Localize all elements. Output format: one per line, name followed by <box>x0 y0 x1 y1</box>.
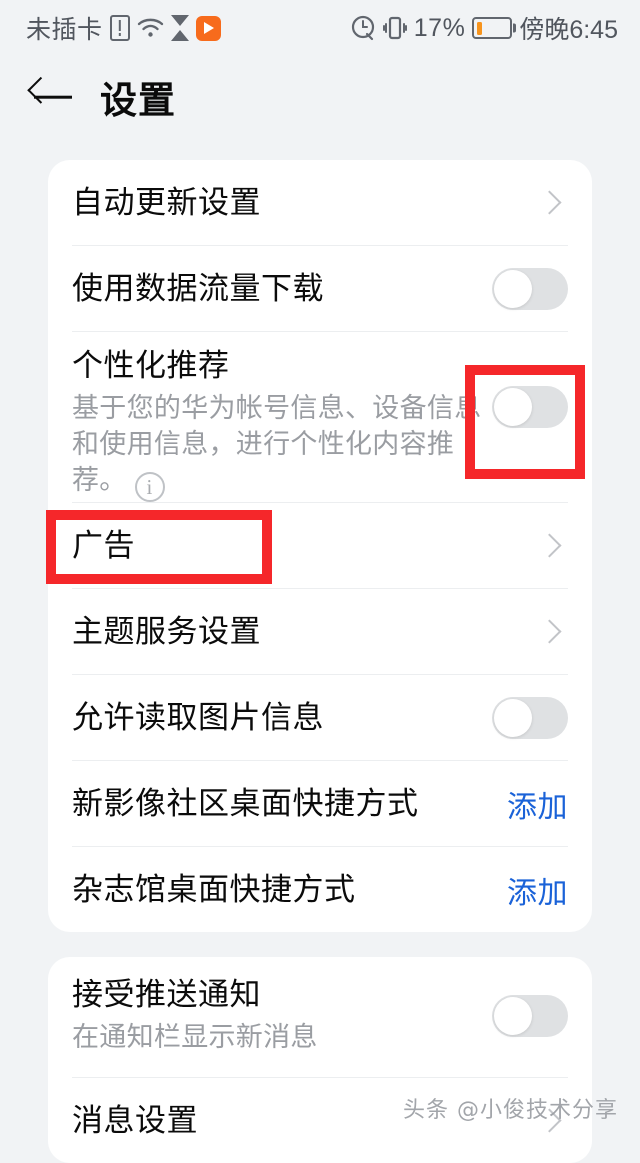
row-auto-update-settings[interactable]: 自动更新设置 <box>48 160 592 245</box>
status-bar-left: 未插卡 <box>26 10 221 46</box>
page-title: 设置 <box>100 80 176 121</box>
battery-icon <box>472 17 513 39</box>
orange-play-app-icon <box>195 15 221 41</box>
chevron-right-icon <box>537 190 562 215</box>
add-shortcut-button[interactable]: 添加 <box>507 782 568 826</box>
row-title: 允许读取图片信息 <box>72 699 324 735</box>
row-subtitle: 在通知栏显示新消息 <box>72 1021 318 1052</box>
row-title: 使用数据流量下载 <box>72 270 324 306</box>
chevron-right-icon <box>537 533 562 558</box>
toggle-download-over-mobile-data[interactable] <box>492 267 568 310</box>
carrier-label: 未插卡 <box>26 16 103 44</box>
row-title: 新影像社区桌面快捷方式 <box>72 785 419 821</box>
hourglass-icon <box>170 15 189 41</box>
watermark: 头条 @小俊技术分享 <box>403 1098 618 1123</box>
row-title: 广告 <box>72 527 135 563</box>
add-shortcut-button[interactable]: 添加 <box>507 868 568 912</box>
sim-alert-icon <box>109 15 130 41</box>
row-receive-push-notifications[interactable]: 接受推送通知 在通知栏显示新消息 <box>48 957 592 1077</box>
settings-card-notifications: 接受推送通知 在通知栏显示新消息 消息设置 <box>48 957 592 1163</box>
toggle-personalized-recommendations[interactable] <box>492 386 568 428</box>
status-bar: 未插卡 17% 傍晚6:45 <box>0 0 640 56</box>
row-title: 接受推送通知 <box>72 977 261 1013</box>
settings-card-primary: 自动更新设置 使用数据流量下载 个性化推荐 基于您的华为帐号信息、设备信息和使用… <box>48 160 592 933</box>
row-download-over-mobile-data[interactable]: 使用数据流量下载 <box>48 246 592 331</box>
wifi-icon <box>137 17 164 39</box>
back-arrow-icon[interactable] <box>30 74 76 120</box>
toggle-allow-read-image-info[interactable] <box>492 696 568 739</box>
page-header: 设置 <box>0 56 640 138</box>
row-title: 自动更新设置 <box>72 184 261 220</box>
row-magazine-shortcut[interactable]: 杂志馆桌面快捷方式 添加 <box>48 847 592 932</box>
row-subtitle-text: 基于您的华为帐号信息、设备信息和使用信息，进行个性化内容推荐。 <box>72 392 482 495</box>
alarm-icon <box>350 15 376 41</box>
row-ads[interactable]: 广告 <box>48 503 592 588</box>
info-circle-icon[interactable]: i <box>134 472 165 503</box>
status-bar-right: 17% 傍晚6:45 <box>350 10 618 46</box>
row-title: 主题服务设置 <box>72 613 261 649</box>
battery-percent-label: 17% <box>413 13 466 42</box>
row-personalized-recommendations[interactable]: 个性化推荐 基于您的华为帐号信息、设备信息和使用信息，进行个性化内容推荐。 i <box>48 332 592 503</box>
row-imaging-community-shortcut[interactable]: 新影像社区桌面快捷方式 添加 <box>48 761 592 846</box>
toggle-receive-push-notifications[interactable] <box>492 995 568 1038</box>
clock-label: 傍晚6:45 <box>519 16 618 44</box>
row-allow-read-image-info[interactable]: 允许读取图片信息 <box>48 675 592 760</box>
vibrate-icon <box>382 15 407 41</box>
row-title: 杂志馆桌面快捷方式 <box>72 871 356 907</box>
row-subtitle: 基于您的华为帐号信息、设备信息和使用信息，进行个性化内容推荐。 i <box>72 390 492 503</box>
chevron-right-icon <box>537 619 562 644</box>
row-title: 个性化推荐 <box>72 348 230 383</box>
row-theme-service-settings[interactable]: 主题服务设置 <box>48 589 592 674</box>
